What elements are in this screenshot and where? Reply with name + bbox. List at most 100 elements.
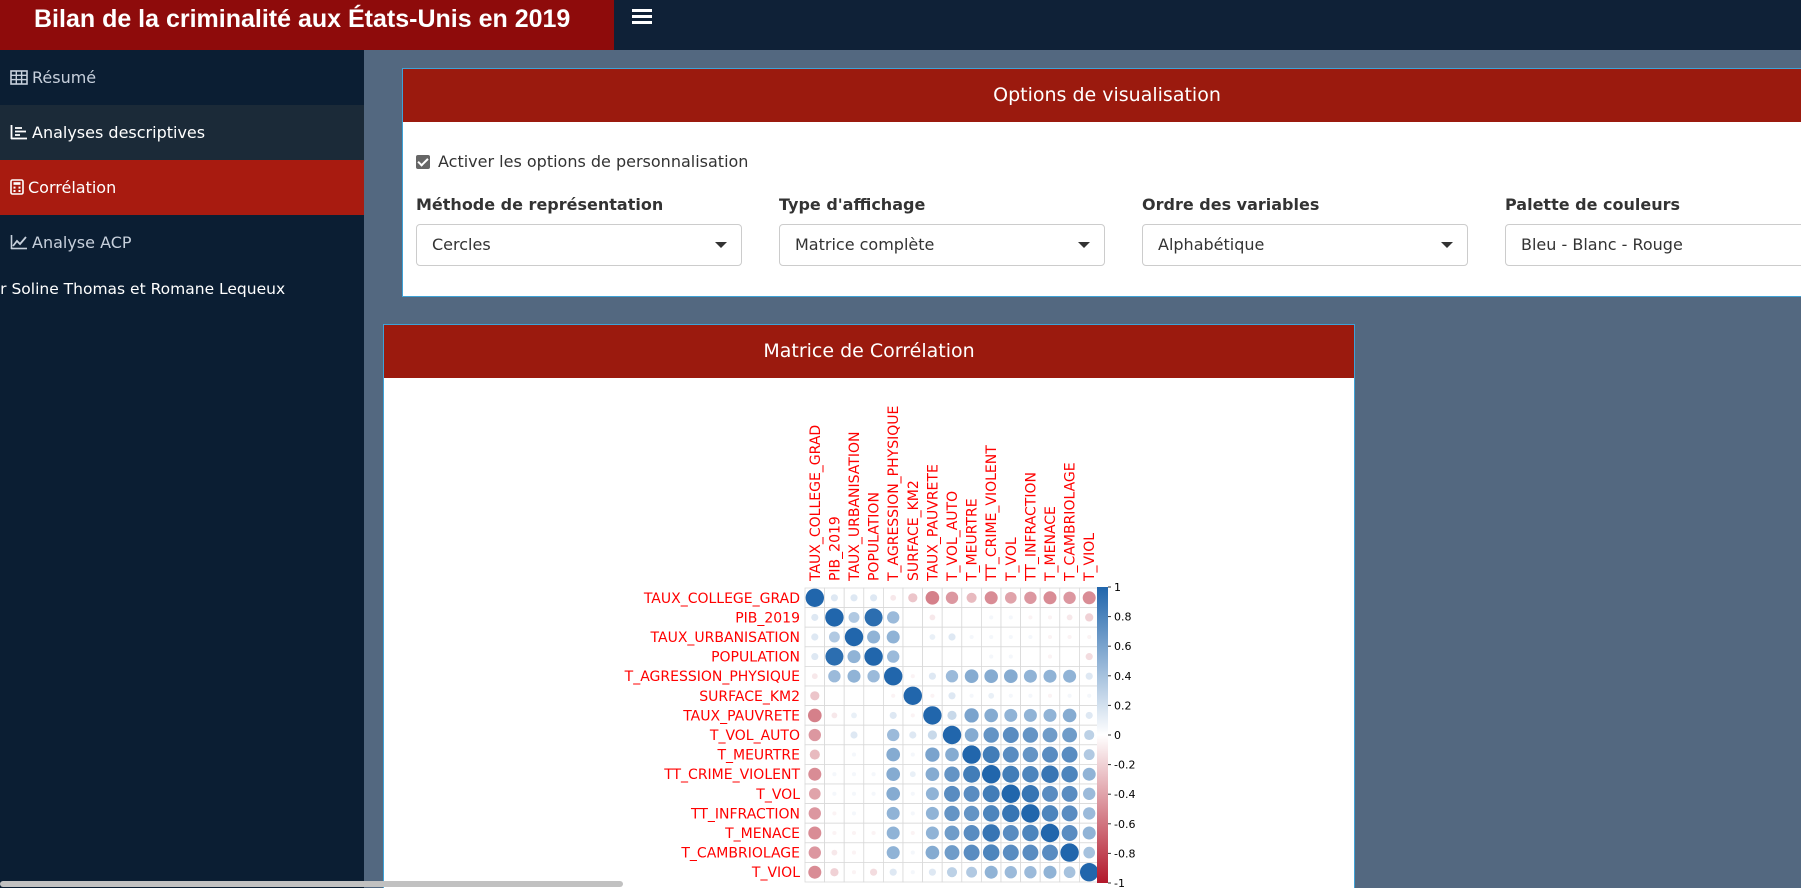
correlation-circle — [1067, 693, 1072, 698]
grid-cell — [902, 626, 924, 648]
correlation-circle — [1087, 634, 1092, 640]
bar-list-icon — [10, 125, 27, 140]
correlation-circle — [963, 844, 980, 861]
correlation-circle — [925, 747, 940, 762]
correlation-circle — [948, 692, 956, 700]
correlation-circle — [982, 805, 1000, 822]
correlation-circle — [1042, 746, 1058, 763]
correlation-circle — [1041, 765, 1059, 783]
correlation-circle — [867, 630, 881, 644]
correlation-circle — [851, 811, 857, 816]
ordre-variables-select[interactable]: Alphabétique — [1142, 224, 1468, 266]
correlation-circle — [886, 846, 900, 860]
correlation-circle — [1023, 669, 1037, 683]
correlation-circle — [831, 712, 838, 719]
grid-cell — [941, 607, 963, 628]
select-value: Alphabétique — [1158, 235, 1265, 254]
type-affichage-select[interactable]: Matrice complète — [779, 224, 1105, 266]
column-label: T_VOL_AUTO — [945, 491, 961, 582]
correlation-circle — [962, 745, 981, 764]
grid-cell — [961, 607, 982, 628]
correlation-circle — [910, 752, 915, 757]
correlation-circle — [989, 615, 994, 620]
grid-cell — [863, 724, 884, 746]
sidebar-item-resume[interactable]: Résumé — [0, 50, 364, 105]
correlation-circle — [1002, 844, 1019, 861]
grid-cell — [902, 607, 924, 628]
correlation-circle — [832, 830, 837, 836]
horizontal-scrollbar[interactable] — [0, 881, 623, 887]
correlation-circle — [807, 708, 822, 723]
select-value: Cercles — [432, 235, 491, 254]
palette-select[interactable]: Bleu - Blanc - Rouge — [1505, 224, 1801, 266]
column-label: POPULATION — [867, 492, 883, 581]
correlation-circle — [1083, 807, 1096, 820]
legend-tick-label: 0.8 — [1114, 611, 1132, 624]
correlation-circle — [1022, 844, 1039, 861]
column-label: T_VOL — [1004, 537, 1020, 582]
correlation-circle — [1002, 727, 1019, 743]
correlation-circle — [1082, 591, 1096, 605]
correlation-circle — [889, 868, 897, 876]
correlation-circle — [1008, 634, 1013, 640]
correlation-circle — [927, 730, 938, 740]
correlation-circle — [963, 805, 980, 822]
correlation-circle — [1022, 727, 1039, 743]
legend-tick-label: -0.6 — [1114, 818, 1135, 831]
correlation-circle — [1004, 866, 1017, 879]
correlation-circle — [982, 844, 1000, 861]
correlation-circle — [948, 633, 956, 641]
correlation-circle — [1004, 591, 1017, 604]
correlation-circle — [808, 787, 821, 800]
grid-cell — [863, 803, 884, 824]
correlation-circle — [828, 631, 840, 643]
column-label: T_MEURTRE — [965, 498, 981, 582]
correlation-circle — [944, 805, 960, 822]
correlation-circle — [1024, 866, 1037, 879]
correlation-circle — [871, 791, 876, 796]
customization-checkbox-row[interactable]: Activer les options de personnalisation — [416, 152, 748, 171]
correlation-circle — [930, 693, 935, 698]
sidebar-item-analyse-acp[interactable]: Analyse ACP — [0, 215, 364, 270]
correlation-circle — [982, 746, 1000, 764]
sidebar-item-label: Analyse ACP — [32, 233, 132, 252]
column-label: TAUX_COLLEGE_GRAD — [808, 425, 824, 582]
column-label: PIB_2019 — [827, 516, 843, 581]
correlation-circle — [808, 846, 821, 859]
correlation-circle — [851, 850, 857, 855]
correlation-circle — [886, 747, 901, 762]
correlation-circle — [1062, 727, 1078, 743]
row-label: T_VOL — [755, 787, 800, 803]
row-label: TAUX_URBANISATION — [650, 630, 800, 646]
customization-checkbox[interactable] — [416, 155, 430, 169]
correlation-circle — [1041, 805, 1059, 822]
correlation-circle — [1062, 708, 1077, 723]
correlation-circle — [925, 787, 939, 801]
correlation-circle — [851, 772, 857, 777]
sidebar-item-label: Analyses descriptives — [32, 123, 206, 142]
correlation-circle — [966, 866, 978, 878]
correlation-circle — [928, 868, 936, 876]
correlation-circle — [1085, 672, 1093, 680]
correlation-circle — [969, 634, 974, 640]
correlation-circle — [942, 725, 962, 745]
correlation-circle — [1085, 711, 1093, 719]
correlation-circle — [886, 630, 900, 644]
correlation-circle — [830, 868, 839, 877]
correlation-circle — [966, 592, 977, 603]
correlation-circle — [969, 693, 974, 698]
correlation-plot: TAUX_COLLEGE_GRADPIB_2019 TAUX_URBANISATI… — [624, 406, 1136, 888]
sidebar-item-correlation[interactable]: Corrélation — [0, 160, 364, 215]
field-methode: Méthode de représentation Cercles — [416, 195, 742, 266]
sidebar-item-analyses-descriptives[interactable]: Analyses descriptives — [0, 105, 364, 160]
correlation-circle — [910, 830, 915, 836]
hamburger-icon[interactable] — [632, 6, 652, 30]
column-label: T_VIOL — [1082, 533, 1098, 582]
correlation-circle — [1083, 749, 1095, 761]
correlation-circle — [1022, 765, 1039, 783]
field-label: Type d'affichage — [779, 195, 926, 214]
methode-select[interactable]: Cercles — [416, 224, 742, 266]
correlation-circle — [1043, 708, 1057, 722]
correlation-circle — [1008, 693, 1013, 698]
top-header: Bilan de la criminalité aux États-Unis e… — [0, 0, 1801, 50]
